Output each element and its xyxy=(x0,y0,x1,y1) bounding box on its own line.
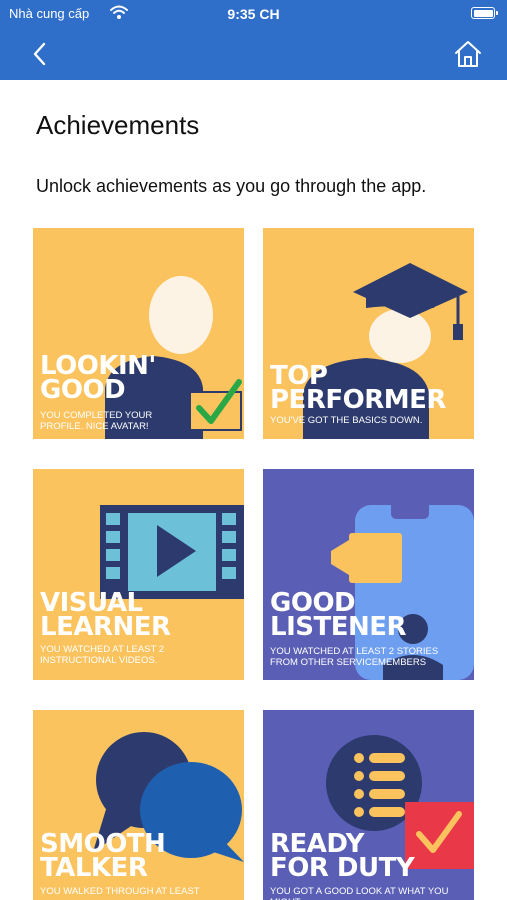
achievement-title: SMOOTH TALKER xyxy=(40,829,166,883)
page-title: Achievements xyxy=(36,110,200,140)
chevron-left-icon[interactable] xyxy=(28,40,52,68)
achievement-description: YOU'VE GOT THE BASICS DOWN. xyxy=(270,415,423,426)
achievement-description: YOU WALKED THROUGH AT LEAST xyxy=(40,886,200,897)
clock: 9:35 CH xyxy=(227,6,280,22)
page-subtitle: Unlock achievements as you go through th… xyxy=(36,176,427,196)
achievement-card-smooth-talker[interactable]: SMOOTH TALKER YOU WALKED THROUGH AT LEAS… xyxy=(33,710,244,900)
nav-bar xyxy=(0,28,507,80)
achievement-card-visual-learner[interactable]: VISUAL LEARNER YOU WATCHED AT LEAST 2 IN… xyxy=(33,469,244,680)
achievement-description: YOU COMPLETED YOUR PROFILE. NICE AVATAR! xyxy=(40,410,153,432)
achievement-card-top-performer[interactable]: TOP PERFORMER YOU'VE GOT THE BASICS DOWN… xyxy=(263,228,474,439)
achievement-description: YOU WATCHED AT LEAST 2 STORIES FROM OTHE… xyxy=(270,646,439,668)
achievement-card-lookin-good[interactable]: LOOKIN' GOOD YOU COMPLETED YOUR PROFILE.… xyxy=(33,228,244,439)
status-bar: Nhà cung cấp 9:35 CH xyxy=(0,0,507,28)
achievement-card-ready-for-duty[interactable]: READY FOR DUTY YOU GOT A GOOD LOOK AT WH… xyxy=(263,710,474,900)
battery-icon xyxy=(471,7,498,19)
achievement-title: TOP PERFORMER xyxy=(270,361,446,415)
achievement-title: GOOD LISTENER xyxy=(270,588,407,642)
achievement-card-good-listener[interactable]: GOOD LISTENER YOU WATCHED AT LEAST 2 STO… xyxy=(263,469,474,680)
achievement-title: LOOKIN' GOOD xyxy=(40,351,156,405)
achievement-description: YOU WATCHED AT LEAST 2 INSTRUCTIONAL VID… xyxy=(40,644,165,666)
avatar-check-illustration xyxy=(33,228,244,439)
achievement-description: YOU GOT A GOOD LOOK AT WHAT YOU MIGHT xyxy=(270,886,449,900)
home-icon[interactable] xyxy=(453,39,483,69)
achievement-title: VISUAL LEARNER xyxy=(40,588,171,642)
achievement-title: READY FOR DUTY xyxy=(270,829,415,883)
